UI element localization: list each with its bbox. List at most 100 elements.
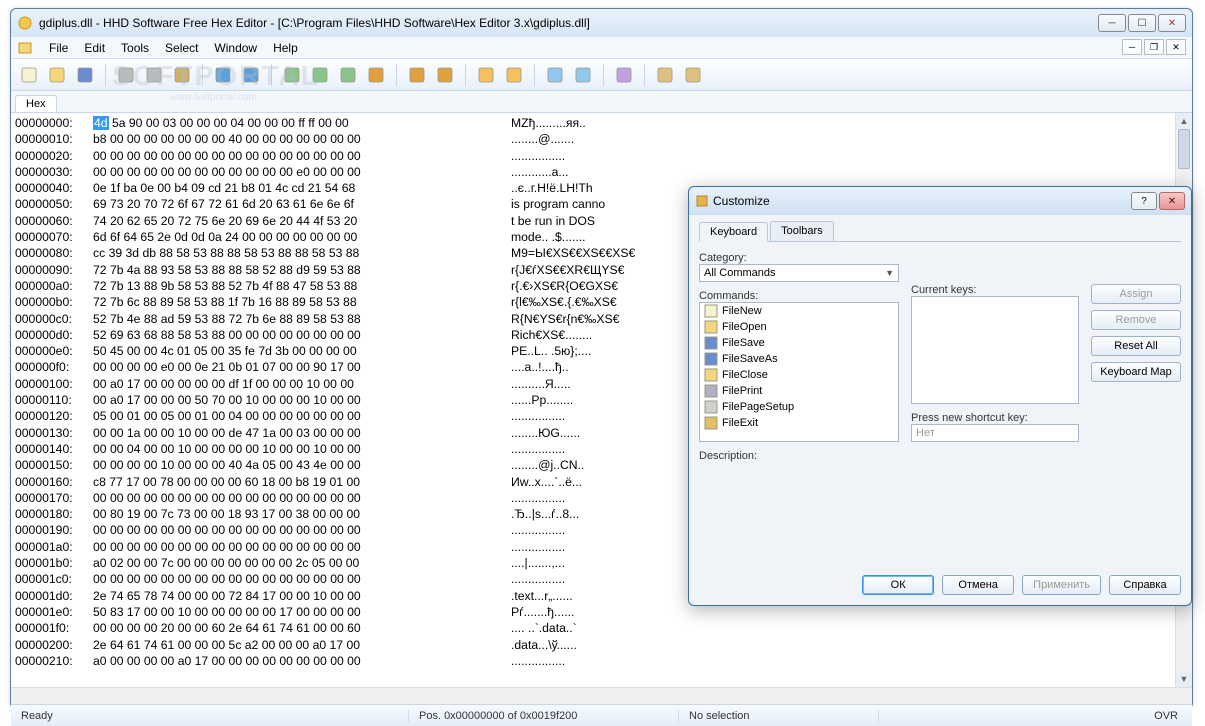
command-item[interactable]: FileExit <box>700 415 898 431</box>
command-item[interactable]: FileClose <box>700 367 898 383</box>
hex-ascii[interactable]: Rich€XS€........ <box>511 327 592 343</box>
hex-bytes[interactable]: 72 7b 6c 88 89 58 53 88 1f 7b 16 88 89 5… <box>93 294 493 310</box>
command-item[interactable]: FileOpen <box>700 319 898 335</box>
commands-listbox[interactable]: FileNewFileOpenFileSaveFileSaveAsFileClo… <box>699 302 899 442</box>
keyboardmap-button[interactable]: Keyboard Map <box>1091 362 1181 382</box>
hex-ascii[interactable]: ....|.......,... <box>511 555 565 571</box>
menu-tools[interactable]: Tools <box>113 39 157 57</box>
shortcut-input[interactable]: Нет <box>911 424 1079 442</box>
hex-bytes[interactable]: 6d 6f 64 65 2e 0d 0d 0a 24 00 00 00 00 0… <box>93 229 493 245</box>
hex-bytes[interactable]: 00 00 04 00 00 10 00 00 00 00 10 00 00 1… <box>93 441 493 457</box>
hex-bytes[interactable]: 52 7b 4e 88 ad 59 53 88 72 7b 6e 88 89 5… <box>93 311 493 327</box>
hex-bytes[interactable]: 00 00 00 00 10 00 00 00 40 4a 05 00 43 4… <box>93 457 493 473</box>
mdi-close[interactable]: ✕ <box>1166 39 1186 55</box>
new-button[interactable] <box>17 63 41 87</box>
hex-ascii[interactable]: ......Pp........ <box>511 392 573 408</box>
hex-ascii[interactable]: ................ <box>511 148 565 164</box>
replace-button[interactable] <box>336 63 360 87</box>
bookmark-toggle-button[interactable] <box>405 63 429 87</box>
hex-row[interactable]: 00000000:4d 5a 90 00 03 00 00 00 04 00 0… <box>15 115 1171 131</box>
sel-start-button[interactable] <box>543 63 567 87</box>
hex-ascii[interactable]: ................ <box>511 522 565 538</box>
help-button[interactable]: Справка <box>1109 575 1181 595</box>
hex-ascii[interactable]: ........@j..CN.. <box>511 457 584 473</box>
undo-button[interactable] <box>211 63 235 87</box>
hex-row[interactable]: 000001f0:00 00 00 00 20 00 00 60 2e 64 6… <box>15 620 1171 636</box>
cut-button[interactable] <box>114 63 138 87</box>
category-combo[interactable]: All Commands ▼ <box>699 264 899 282</box>
copy-button[interactable] <box>142 63 166 87</box>
hex-bytes[interactable]: 00 00 1a 00 00 10 00 00 de 47 1a 00 03 0… <box>93 425 493 441</box>
hex-ascii[interactable]: .Ђ..|s...ѓ..8... <box>511 506 579 522</box>
hex-ascii[interactable]: ........ЮG...... <box>511 425 580 441</box>
apply-button[interactable]: Применить <box>1022 575 1101 595</box>
menu-file[interactable]: File <box>41 39 76 57</box>
scroll-thumb[interactable] <box>1178 129 1190 169</box>
dialog-close-button[interactable]: ✕ <box>1159 192 1185 210</box>
hex-ascii[interactable]: ................ <box>511 490 565 506</box>
hex-ascii[interactable]: .... ..`.data..` <box>511 620 577 636</box>
hex-bytes[interactable]: 00 00 00 00 00 00 00 00 00 00 00 00 e0 0… <box>93 164 493 180</box>
tab-toolbars[interactable]: Toolbars <box>770 221 834 241</box>
scroll-up-icon[interactable]: ▲ <box>1176 113 1192 129</box>
remove-button[interactable]: Remove <box>1091 310 1181 330</box>
hex-bytes[interactable]: 05 00 01 00 05 00 01 00 04 00 00 00 00 0… <box>93 408 493 424</box>
horizontal-scrollbar[interactable] <box>11 687 1192 704</box>
hex-bytes[interactable]: 00 00 00 00 00 00 00 00 00 00 00 00 00 0… <box>93 571 493 587</box>
hex-bytes[interactable]: 00 80 19 00 7c 73 00 00 18 93 17 00 38 0… <box>93 506 493 522</box>
menu-select[interactable]: Select <box>157 39 206 57</box>
hex-row[interactable]: 00000020:00 00 00 00 00 00 00 00 00 00 0… <box>15 148 1171 164</box>
hex-row[interactable]: 00000010:b8 00 00 00 00 00 00 00 40 00 0… <box>15 131 1171 147</box>
hex-ascii[interactable]: ................ <box>511 653 565 669</box>
findnext-button[interactable] <box>308 63 332 87</box>
hex-ascii[interactable]: MZђ.........яя.. <box>511 115 586 131</box>
hex-bytes[interactable]: a0 00 00 00 00 a0 17 00 00 00 00 00 00 0… <box>93 653 493 669</box>
hex-bytes[interactable]: 2e 74 65 78 74 00 00 00 72 84 17 00 00 1… <box>93 588 493 604</box>
command-item[interactable]: FilePageSetup <box>700 399 898 415</box>
assign-button[interactable]: Assign <box>1091 284 1181 304</box>
hex-ascii[interactable]: PE..L.. .5ю};.... <box>511 343 591 359</box>
scroll-down-icon[interactable]: ▼ <box>1176 671 1192 687</box>
hex-bytes[interactable]: 72 7b 4a 88 93 58 53 88 88 58 52 88 d9 5… <box>93 262 493 278</box>
fill-button[interactable] <box>612 63 636 87</box>
hex-ascii[interactable]: ............a... <box>511 164 569 180</box>
sel-end-button[interactable] <box>571 63 595 87</box>
hex-ascii[interactable]: r{l€‰XS€.{.€‰XS€ <box>511 294 617 310</box>
hex-row[interactable]: 00000200:2e 64 61 74 61 00 00 00 5c a2 0… <box>15 637 1171 653</box>
hex-ascii[interactable]: M9=Ы€XS€€XS€€XS€ <box>511 245 635 261</box>
hex-ascii[interactable]: ................ <box>511 539 565 555</box>
hex-bytes[interactable]: 00 00 00 00 e0 00 0e 21 0b 01 07 00 00 9… <box>93 359 493 375</box>
minimize-button[interactable]: ─ <box>1098 14 1126 32</box>
resetall-button[interactable]: Reset All <box>1091 336 1181 356</box>
open-button[interactable] <box>45 63 69 87</box>
hex-ascii[interactable]: ..........Я..... <box>511 376 571 392</box>
cancel-button[interactable]: Отмена <box>942 575 1014 595</box>
command-item[interactable]: FileSaveAs <box>700 351 898 367</box>
goto-button[interactable] <box>364 63 388 87</box>
hex-ascii[interactable]: R{N€­YS€r{n€‰XS€ <box>511 311 619 327</box>
hex-bytes[interactable]: 4d 5a 90 00 03 00 00 00 04 00 00 00 ff f… <box>93 115 493 131</box>
hex-bytes[interactable]: 00 00 00 00 00 00 00 00 00 00 00 00 00 0… <box>93 522 493 538</box>
view1-button[interactable] <box>653 63 677 87</box>
redo-button[interactable] <box>239 63 263 87</box>
hex-bytes[interactable]: 72 7b 13 88 9b 58 53 88 52 7b 4f 88 47 5… <box>93 278 493 294</box>
hex-row[interactable]: 00000030:00 00 00 00 00 00 00 00 00 00 0… <box>15 164 1171 180</box>
hex-bytes[interactable]: 00 00 00 00 20 00 00 60 2e 64 61 74 61 0… <box>93 620 493 636</box>
hex-ascii[interactable]: is program canno <box>511 196 605 212</box>
hex-bytes[interactable]: 2e 64 61 74 61 00 00 00 5c a2 00 00 00 a… <box>93 637 493 653</box>
command-item[interactable]: FileSave <box>700 335 898 351</box>
hex-ascii[interactable]: .text...r„...... <box>511 588 573 604</box>
dialog-titlebar[interactable]: Customize ? ✕ <box>689 187 1191 215</box>
hex-bytes[interactable]: 74 20 62 65 20 72 75 6e 20 69 6e 20 44 4… <box>93 213 493 229</box>
hex-ascii[interactable]: ..є..г.Н!ё.LH!Th <box>511 180 593 196</box>
selected-byte[interactable]: 4d <box>93 116 109 130</box>
titlebar[interactable]: gdiplus.dll - HHD Software Free Hex Edit… <box>11 9 1192 37</box>
hex-bytes[interactable]: b8 00 00 00 00 00 00 00 40 00 00 00 00 0… <box>93 131 493 147</box>
hex-bytes[interactable]: cc 39 3d db 88 58 53 88 88 58 53 88 88 5… <box>93 245 493 261</box>
hex-ascii[interactable]: mode.. .$....... <box>511 229 586 245</box>
maximize-button[interactable]: ☐ <box>1128 14 1156 32</box>
menu-help[interactable]: Help <box>265 39 306 57</box>
hex-bytes[interactable]: 52 69 63 68 88 58 53 88 00 00 00 00 00 0… <box>93 327 493 343</box>
hex-bytes[interactable]: 00 00 00 00 00 00 00 00 00 00 00 00 00 0… <box>93 148 493 164</box>
hex-bytes[interactable]: 50 83 17 00 00 10 00 00 00 00 00 17 00 0… <box>93 604 493 620</box>
